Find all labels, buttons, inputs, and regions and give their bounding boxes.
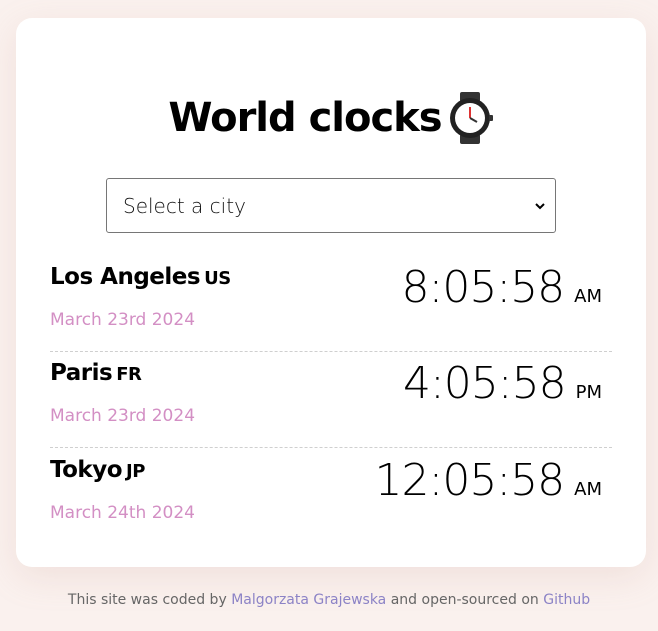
clock-row-paris: Paris FR March 23rd 2024 4:05:58 PM [50, 352, 612, 448]
time-value: 12:05:58 [374, 455, 566, 506]
country-code: JP [126, 461, 145, 482]
country-code: US [204, 268, 231, 289]
ampm-label: AM [574, 286, 602, 307]
city-select-label: Select a city [123, 193, 246, 218]
city-name: Tokyo JP [50, 457, 145, 483]
country-code: FR [116, 364, 142, 385]
github-link[interactable]: Github [543, 592, 590, 608]
author-link[interactable]: Malgorzata Grajewska [231, 592, 386, 608]
clock-card: World clocks Select a city Los Angeles US… [16, 18, 646, 567]
chevron-down-icon [535, 202, 545, 209]
city-name: Los Angeles US [50, 264, 231, 290]
page-title: World clocks [16, 90, 646, 146]
city-name: Paris FR [50, 360, 142, 386]
title-text: World clocks [168, 95, 442, 141]
clock-row-tokyo: Tokyo JP March 24th 2024 12:05:58 AM [50, 449, 612, 545]
watch-icon [446, 90, 494, 146]
city-date: March 24th 2024 [50, 503, 195, 523]
ampm-label: PM [575, 382, 602, 403]
city-date: March 23rd 2024 [50, 310, 196, 330]
city-time: 12:05:58 AM [375, 455, 602, 506]
ampm-label: AM [574, 479, 602, 500]
time-value: 4:05:58 [402, 358, 567, 409]
clock-row-los-angeles: Los Angeles US March 23rd 2024 8:05:58 AM [50, 256, 612, 352]
city-date: March 23rd 2024 [50, 406, 196, 426]
footer: This site was coded by Malgorzata Grajew… [0, 592, 658, 608]
time-value: 8:05:58 [401, 262, 566, 313]
city-select[interactable]: Select a city [106, 178, 556, 233]
city-time: 4:05:58 PM [403, 358, 602, 409]
footer-middle: and open-sourced on [390, 592, 539, 608]
city-time: 8:05:58 AM [402, 262, 602, 313]
footer-prefix: This site was coded by [67, 592, 227, 608]
